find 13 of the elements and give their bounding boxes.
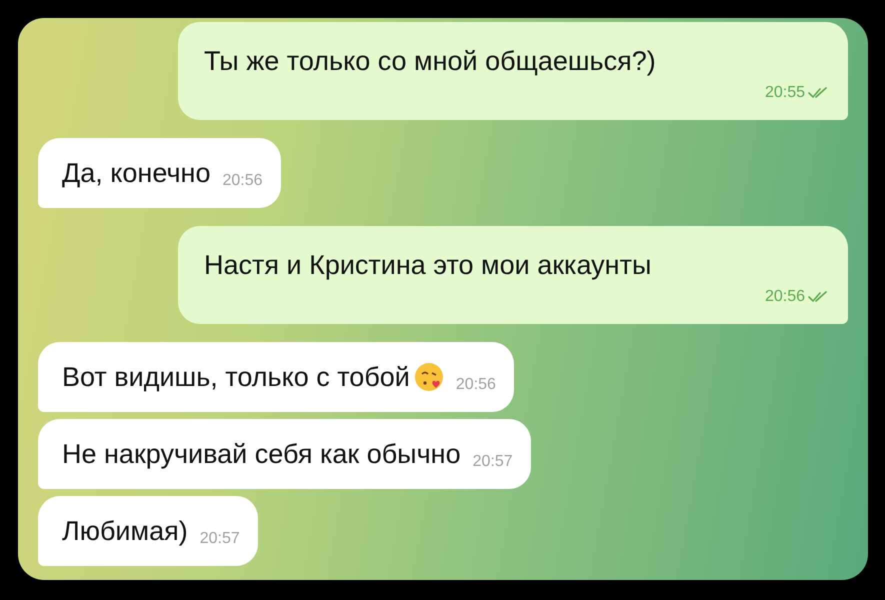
- message-time: 20:56: [456, 376, 496, 394]
- message-time: 20:57: [472, 453, 513, 471]
- message-text: Ты же только со мной общаешься?): [204, 45, 657, 78]
- message-text: Да, конечно: [62, 157, 210, 190]
- kiss-emoji-icon: [414, 362, 444, 392]
- message-time: 20:55: [764, 84, 805, 102]
- message-time: 20:56: [764, 288, 805, 306]
- message-time: 20:57: [200, 530, 240, 548]
- message-time: 20:56: [222, 172, 263, 190]
- message-text: Любимая): [62, 515, 188, 548]
- message-text: Настя и Кристина это мои аккаунты: [204, 249, 652, 282]
- message-text: Вот видишь, только с тобой: [62, 361, 410, 394]
- message-text: Не накручивай себя как обычно: [62, 438, 461, 471]
